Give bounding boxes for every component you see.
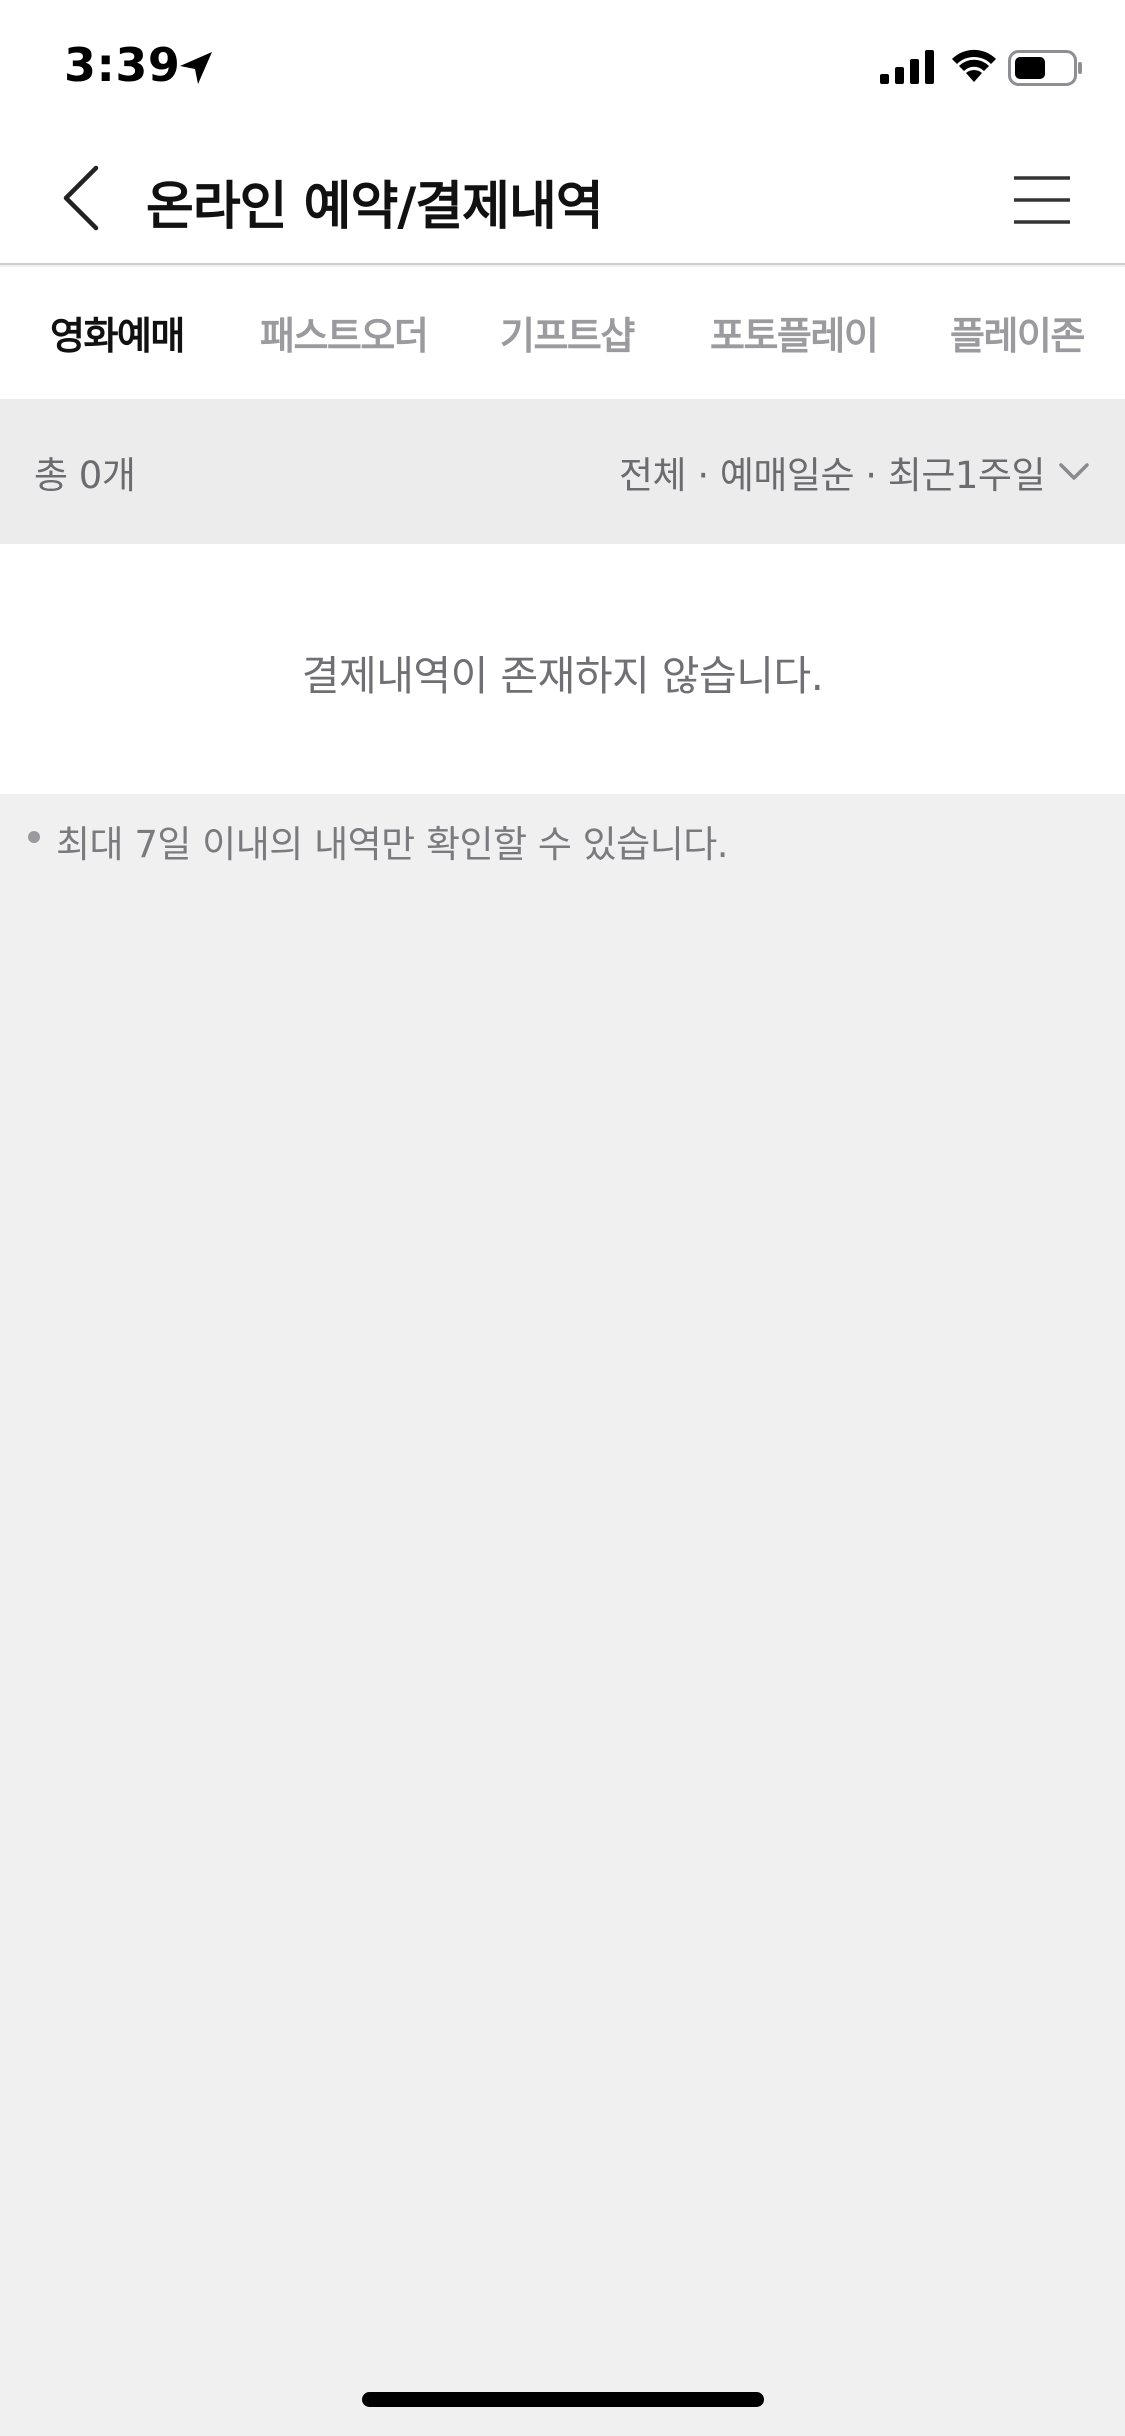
hamburger-menu-icon[interactable] <box>1010 172 1074 228</box>
location-arrow-icon <box>180 52 212 84</box>
status-time: 3:39 <box>64 38 181 92</box>
status-bar: 3:39 <box>0 0 1125 132</box>
home-indicator[interactable] <box>362 2392 764 2407</box>
notice-text: 최대 7일 이내의 내역만 확인할 수 있습니다. <box>56 823 729 866</box>
signal-icon <box>880 50 934 84</box>
bullet-icon <box>28 831 40 843</box>
tab-movie-booking[interactable]: 영화예매 <box>50 305 185 360</box>
tab-fast-order[interactable]: 패스트오더 <box>260 305 429 360</box>
tab-gift-shop[interactable]: 기프트샵 <box>500 305 635 360</box>
chevron-down-icon <box>1059 463 1089 480</box>
battery-icon <box>1008 50 1082 86</box>
tab-play-zone[interactable]: 플레이존 <box>950 305 1085 360</box>
empty-state-panel: 결제내역이 존재하지 않습니다. <box>0 544 1125 794</box>
total-count: 총 0개 <box>34 454 136 497</box>
header: 온라인 예약/결제내역 <box>0 132 1125 265</box>
page-title: 온라인 예약/결제내역 <box>146 177 604 237</box>
tab-photo-play[interactable]: 포토플레이 <box>710 305 879 360</box>
empty-state-message: 결제내역이 존재하지 않습니다. <box>301 652 824 700</box>
filter-dropdown[interactable]: 전체 · 예매일순 · 최근1주일 <box>619 445 1091 499</box>
summary-bar: 총 0개 전체 · 예매일순 · 최근1주일 <box>0 399 1125 544</box>
notice: 최대 7일 이내의 내역만 확인할 수 있습니다. <box>28 814 729 868</box>
category-tabs: 영화예매 패스트오더 기프트샵 포토플레이 플레이존 <box>0 267 1125 399</box>
filter-label: 전체 · 예매일순 · 최근1주일 <box>618 454 1046 497</box>
chevron-left-icon[interactable] <box>52 162 112 234</box>
wifi-icon <box>952 49 996 82</box>
